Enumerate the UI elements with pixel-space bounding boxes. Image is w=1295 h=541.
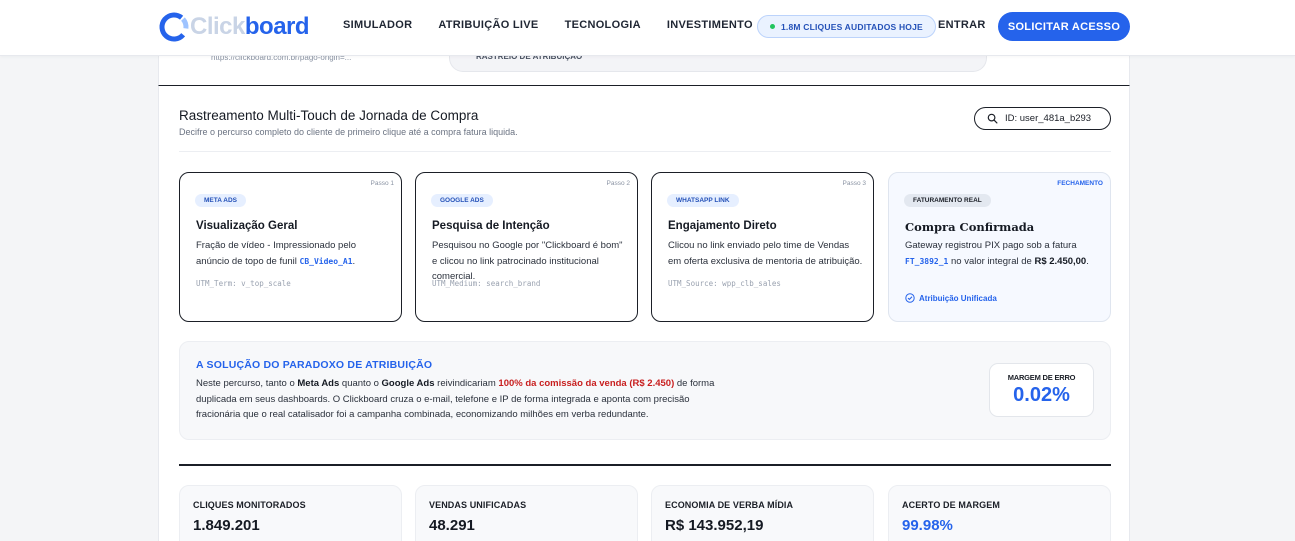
step-title: Compra Confirmada [905,220,1035,234]
step-description: Gateway registrou PIX pago sob a fatura … [905,240,1089,267]
stat-label: VENDAS UNIFICADAS [429,500,527,510]
top-navbar: Clickboard SIMULADOR ATRIBUIÇÃO LIVE TEC… [0,0,1295,56]
error-margin-label: MARGEM DE ERRO [1007,373,1076,382]
user-id-text: ID: user_481a_b293 [1005,113,1092,124]
step-description: Pesquisou no Google por "Clickboard é bo… [432,240,623,282]
logo[interactable]: Clickboard [158,9,310,45]
journey-step-card-3[interactable]: Passo 3 WHATSAPP LINK Engajamento Direto… [651,172,874,322]
section-divider [179,464,1111,466]
step-number: Passo 1 [370,180,395,187]
utm-parameter: UTM_Term: v_top_scale [196,279,291,288]
error-margin-value: 0.02% [1013,384,1070,406]
channel-badge: GOOGLE ADS [431,194,493,207]
step-title: Visualização Geral [196,220,298,232]
user-id-search[interactable]: ID: user_481a_b293 [974,107,1111,130]
stat-card-margin-accuracy: ACERTO DE MARGEM 99.98% [888,485,1111,541]
clickboard-logo-icon [159,12,189,42]
journey-title: Rastreamento Multi-Touch de Jornada de C… [179,108,479,123]
nav-link-atribuicao-live[interactable]: ATRIBUIÇÃO LIVE [438,19,538,31]
stat-card-savings: ECONOMIA DE VERBA MÍDIA R$ 143.952,19 [651,485,874,541]
stat-value: R$ 143.952,19 [665,517,764,534]
step-number: FECHAMENTO [1057,180,1103,187]
live-status-dot-icon [770,24,775,29]
stat-card-sales: VENDAS UNIFICADAS 48.291 [415,485,638,541]
logo-text: Clickboard [190,13,310,40]
unified-attribution-indicator: Atribuição Unificada [905,293,997,303]
step-title: Pesquisa de Intenção [432,220,550,232]
divider [179,151,1111,152]
journey-step-card-2[interactable]: Passo 2 GOOGLE ADS Pesquisa de Intenção … [415,172,638,322]
stat-value: 99.98% [902,517,953,534]
paradox-title: A SOLUÇÃO DO PARADOXO DE ATRIBUIÇÃO [196,359,433,371]
stat-value: 1.849.201 [193,517,260,534]
stat-label: ACERTO DE MARGEM [902,500,1000,510]
channel-badge: META ADS [195,194,246,207]
utm-parameter: UTM_Source: wpp_clb_sales [668,279,781,288]
nav-link-tecnologia[interactable]: TECNOLOGIA [565,19,641,31]
invoice-code: FT_3892_1 [905,256,949,266]
journey-panel: Rastreamento Multi-Touch de Jornada de C… [158,85,1130,541]
error-margin-card: MARGEM DE ERRO 0.02% [989,363,1094,417]
nav-link-simulador[interactable]: SIMULADOR [343,19,412,31]
live-clicks-text: 1.8M CLIQUES AUDITADOS HOJE [781,21,923,32]
main-menu: SIMULADOR ATRIBUIÇÃO LIVE TECNOLOGIA INV… [343,19,779,31]
check-circle-icon [905,293,915,303]
journey-step-card-closing[interactable]: FECHAMENTO FATURAMENTO REAL Compra Confi… [888,172,1111,322]
commission-highlight: 100% da comissão da venda (R$ 2.450) [498,378,675,389]
stat-label: ECONOMIA DE VERBA MÍDIA [665,500,794,510]
attribution-paradox-box: A SOLUÇÃO DO PARADOXO DE ATRIBUIÇÃO Nest… [179,341,1111,440]
journey-step-card-1[interactable]: Passo 1 META ADS Visualização Geral Fraç… [179,172,402,322]
stat-value: 48.291 [429,517,475,534]
journey-subtitle: Decifre o percurso completo do cliente d… [179,127,518,137]
step-description: Clicou no link enviado pelo time de Vend… [668,240,863,267]
step-number: Passo 3 [842,180,867,187]
request-access-button[interactable]: SOLICITAR ACESSO [998,12,1130,41]
campaign-code: CB_Video_A1 [299,256,353,266]
step-number: Passo 2 [606,180,631,187]
live-clicks-badge: 1.8M CLIQUES AUDITADOS HOJE [757,15,936,38]
paradox-description: Neste percurso, tanto o Meta Ads quanto … [196,378,715,420]
step-description: Fração de vídeo - Impressionado pelo anú… [196,240,357,267]
login-link[interactable]: ENTRAR [938,19,986,31]
stat-card-clicks: CLIQUES MONITORADOS 1.849.201 [179,485,402,541]
stat-label: CLIQUES MONITORADOS [193,500,306,510]
channel-badge: WHATSAPP LINK [667,194,739,207]
invoice-amount: R$ 2.450,00 [1034,255,1087,267]
nav-link-investimento[interactable]: INVESTIMENTO [667,19,753,31]
step-title: Engajamento Direto [668,220,777,232]
utm-parameter: UTM_Medium: search_brand [432,279,541,288]
search-icon [987,113,998,124]
channel-badge: FATURAMENTO REAL [904,194,991,207]
